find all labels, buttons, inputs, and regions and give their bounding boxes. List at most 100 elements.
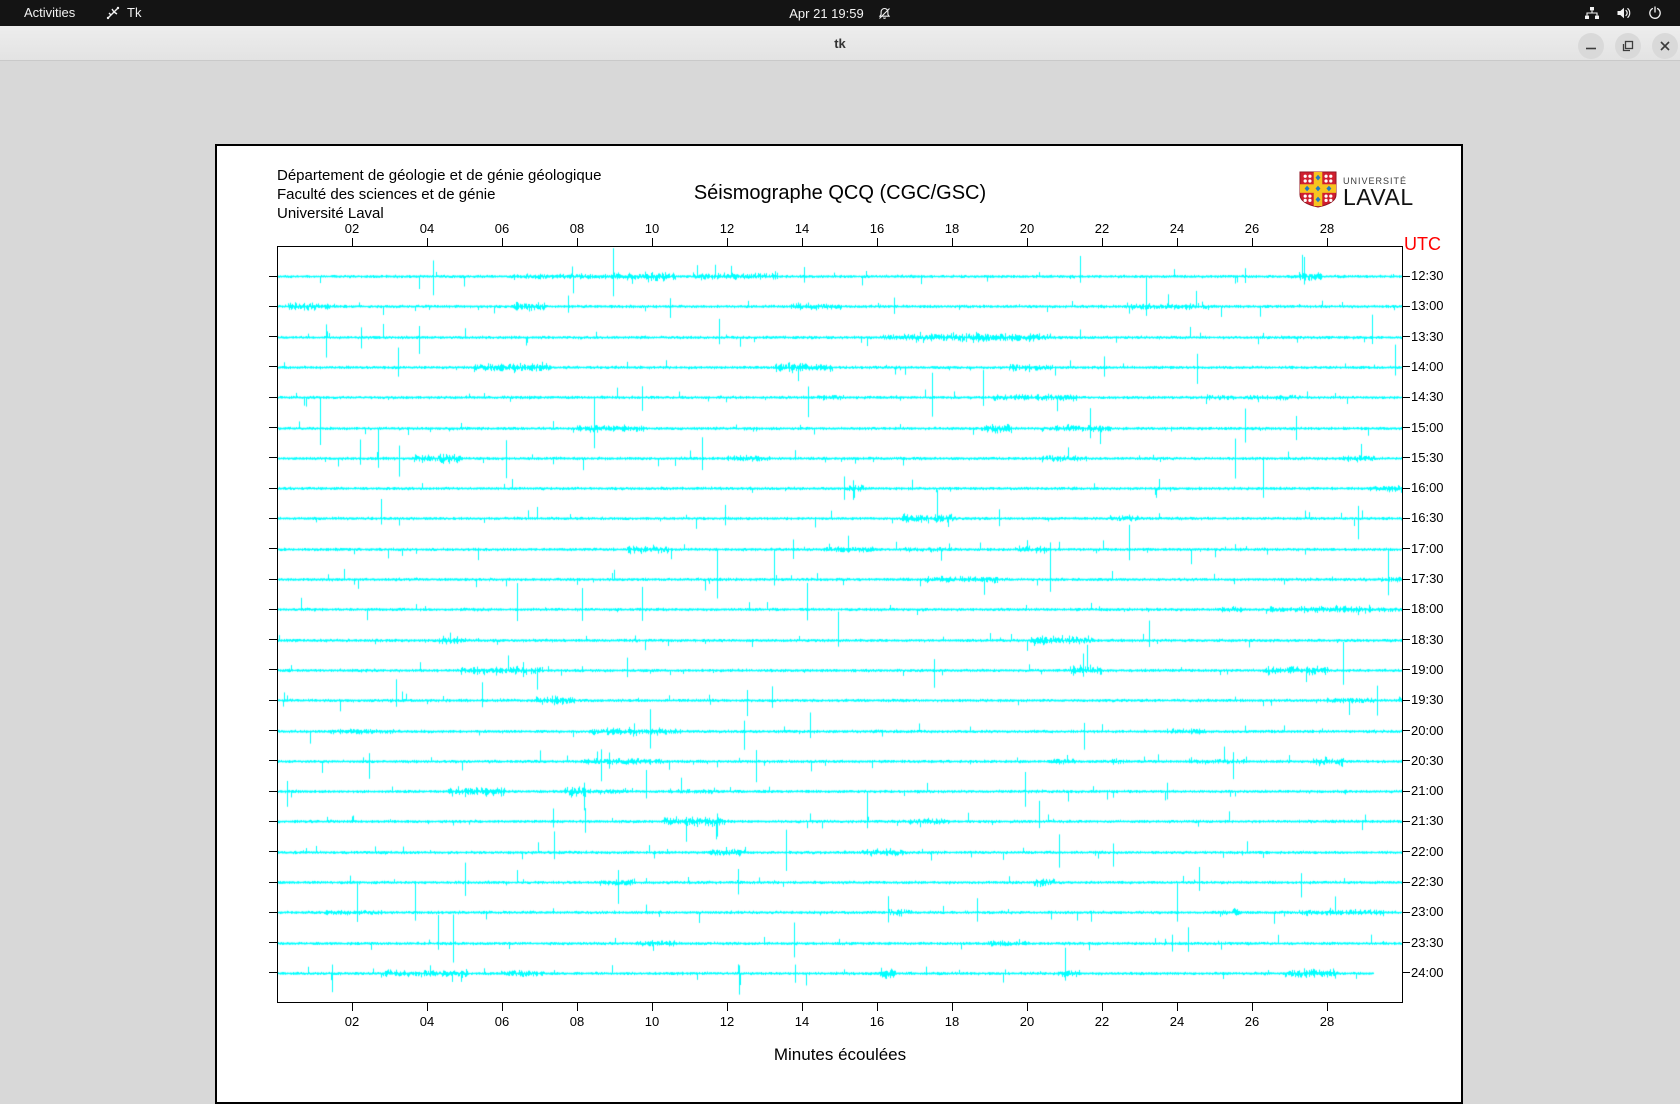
row-tick-mark-right — [1403, 305, 1410, 307]
x-tick-label-bottom: 28 — [1319, 1014, 1335, 1029]
x-tick-label-top: 02 — [344, 221, 360, 236]
row-time-label: 20:00 — [1411, 722, 1444, 738]
x-tick-mark-top — [651, 238, 653, 246]
x-tick-label-top: 26 — [1244, 221, 1260, 236]
row-tick-mark-left — [269, 427, 277, 428]
row-tick-mark-left — [269, 396, 277, 398]
x-tick-mark-top — [1176, 238, 1178, 246]
x-tick-label-bottom: 06 — [494, 1014, 510, 1029]
x-tick-label-top: 24 — [1169, 221, 1185, 236]
x-tick-label-bottom: 02 — [344, 1014, 360, 1029]
maximize-button[interactable] — [1615, 33, 1641, 59]
clock-label[interactable]: Apr 21 19:59 — [789, 6, 863, 21]
close-button[interactable] — [1652, 33, 1678, 59]
x-tick-mark-top — [726, 238, 728, 246]
x-tick-label-top: 04 — [419, 221, 435, 236]
app-menu-label: Tk — [127, 5, 142, 20]
x-tick-label-top: 06 — [494, 221, 510, 236]
minimize-button[interactable] — [1578, 33, 1604, 59]
x-tick-mark-bottom — [1101, 1003, 1103, 1011]
window-title: tk — [834, 36, 846, 51]
row-time-label: 15:30 — [1411, 449, 1444, 465]
row-time-label: 21:30 — [1411, 813, 1444, 829]
logo-text-laval: LAVAL — [1343, 184, 1414, 210]
institution-line-2: Faculté des sciences et de génie — [277, 186, 496, 203]
x-tick-mark-bottom — [1026, 1003, 1028, 1011]
row-tick-mark-right — [1403, 669, 1410, 671]
x-tick-mark-top — [1251, 238, 1253, 246]
row-time-label: 23:30 — [1411, 934, 1444, 950]
x-tick-label-top: 12 — [719, 221, 735, 236]
x-tick-label-top: 22 — [1094, 221, 1110, 236]
row-tick-mark-right — [1403, 699, 1410, 701]
x-tick-label-top: 18 — [944, 221, 960, 236]
x-tick-mark-bottom — [726, 1003, 728, 1011]
x-tick-mark-top — [876, 238, 878, 246]
app-menu-button[interactable]: Tk — [106, 0, 141, 26]
row-time-label: 18:00 — [1411, 601, 1444, 617]
x-tick-mark-bottom — [951, 1003, 953, 1011]
row-tick-mark-right — [1403, 578, 1410, 580]
row-tick-mark-right — [1403, 427, 1410, 428]
row-tick-mark-right — [1403, 972, 1410, 974]
x-tick-mark-top — [1026, 238, 1028, 246]
x-tick-mark-bottom — [426, 1003, 428, 1011]
x-tick-label-top: 20 — [1019, 221, 1035, 236]
row-time-label: 16:30 — [1411, 510, 1444, 526]
tk-app-icon — [106, 6, 120, 20]
row-time-label: 24:00 — [1411, 964, 1444, 980]
row-tick-mark-right — [1403, 275, 1410, 277]
row-tick-mark-left — [269, 972, 277, 974]
row-tick-mark-left — [269, 517, 277, 519]
row-time-label: 22:00 — [1411, 843, 1444, 859]
row-tick-mark-right — [1403, 457, 1410, 459]
window-title-bar[interactable]: tk — [0, 26, 1680, 61]
x-tick-label-bottom: 08 — [569, 1014, 585, 1029]
row-time-label: 23:00 — [1411, 904, 1444, 920]
row-tick-mark-left — [269, 851, 277, 853]
row-time-label: 12:30 — [1411, 268, 1444, 283]
utc-axis-title: UTC — [1404, 234, 1441, 254]
row-tick-mark-right — [1403, 548, 1410, 550]
row-tick-mark-left — [269, 699, 277, 701]
row-tick-mark-right — [1403, 487, 1410, 489]
x-tick-mark-top — [426, 238, 428, 246]
row-time-label: 13:00 — [1411, 298, 1444, 314]
row-tick-mark-left — [269, 548, 277, 550]
row-tick-mark-right — [1403, 881, 1410, 883]
row-tick-mark-right — [1403, 366, 1410, 368]
row-tick-mark-right — [1403, 760, 1410, 762]
institution-line-3: Université Laval — [277, 205, 384, 222]
row-tick-mark-left — [269, 487, 277, 489]
x-tick-mark-top — [576, 238, 578, 246]
row-tick-mark-left — [269, 578, 277, 580]
system-status-area[interactable] — [1584, 0, 1662, 26]
row-tick-mark-right — [1403, 730, 1410, 731]
institution-line-1: Département de géologie et de génie géol… — [277, 167, 602, 184]
x-tick-mark-top — [951, 238, 953, 246]
x-tick-mark-top — [1326, 238, 1328, 246]
x-tick-label-top: 08 — [569, 221, 585, 236]
volume-icon — [1616, 6, 1632, 20]
chart-title: Séismographe QCQ (CGC/GSC) — [693, 182, 987, 204]
x-tick-label-bottom: 24 — [1169, 1014, 1185, 1029]
row-time-label: 16:00 — [1411, 480, 1444, 496]
row-tick-mark-right — [1403, 820, 1410, 822]
x-tick-label-top: 14 — [794, 221, 810, 236]
row-tick-mark-left — [269, 760, 277, 762]
activities-button[interactable]: Activities — [14, 0, 85, 26]
row-time-label: 15:00 — [1411, 419, 1444, 435]
row-tick-mark-left — [269, 305, 277, 307]
row-tick-mark-left — [269, 669, 277, 671]
row-tick-mark-left — [269, 608, 277, 610]
x-tick-mark-bottom — [576, 1003, 578, 1011]
row-time-label: 18:30 — [1411, 631, 1444, 647]
row-time-label: 17:30 — [1411, 571, 1444, 586]
row-tick-mark-left — [269, 790, 277, 792]
window-content: Département de géologie et de génie géol… — [0, 61, 1680, 1104]
row-tick-mark-right — [1403, 851, 1410, 853]
seismogram-trace-canvas — [278, 247, 1402, 1002]
x-tick-mark-bottom — [1326, 1003, 1328, 1011]
x-tick-label-bottom: 04 — [419, 1014, 435, 1029]
row-tick-mark-left — [269, 942, 277, 944]
